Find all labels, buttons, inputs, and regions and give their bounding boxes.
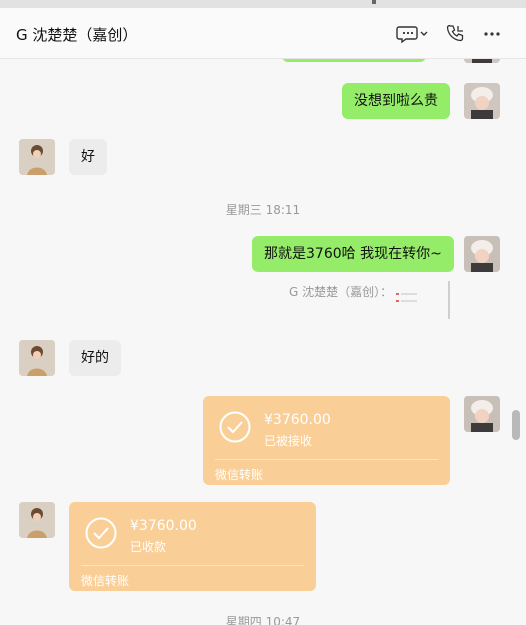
transfer-label: 微信转账 — [215, 468, 264, 482]
transfer-amount: ¥3760.00 — [264, 412, 331, 428]
quote-sender: G 沈楚楚（嘉创）： — [289, 285, 393, 299]
my-avatar[interactable] — [464, 236, 500, 272]
message-bubble[interactable]: 没想到啦么贵 — [342, 83, 450, 119]
window-notch — [372, 0, 376, 4]
message-bubble[interactable]: 好 — [69, 139, 107, 175]
quote-thumbnail[interactable] — [396, 291, 418, 305]
contact-avatar[interactable] — [19, 502, 55, 538]
chat-title: G 沈楚楚（嘉创） — [16, 26, 138, 44]
transfer-status: 已收款 — [130, 540, 167, 554]
timestamp: 星期四 10:47 — [225, 615, 301, 625]
more-button[interactable] — [482, 23, 502, 45]
transfer-divider — [81, 565, 304, 566]
message-bubble[interactable]: 好的 — [69, 340, 121, 376]
transfer-amount: ¥3760.00 — [130, 518, 197, 534]
chat-area[interactable]: 没想到啦么贵 好 星期三 18:11 那就是3760哈 我现在转你~ G 沈楚楚… — [0, 59, 526, 625]
transfer-card[interactable]: ¥3760.00 已被接收 微信转账 — [203, 396, 450, 485]
transfer-label: 微信转账 — [81, 574, 130, 588]
chat-header: G 沈楚楚（嘉创） — [0, 8, 526, 59]
transfer-card[interactable]: ¥3760.00 已收款 微信转账 — [69, 502, 316, 591]
window-top-strip — [0, 0, 526, 8]
scrollbar-thumb[interactable] — [512, 410, 520, 440]
contact-avatar[interactable] — [19, 139, 55, 175]
chat-bubble-icon — [396, 26, 428, 44]
quote-bar — [448, 281, 450, 319]
voice-call-button[interactable] — [446, 23, 466, 45]
more-icon — [484, 32, 500, 36]
previous-message-bubble[interactable] — [282, 59, 426, 62]
contact-avatar[interactable] — [19, 340, 55, 376]
my-avatar[interactable] — [464, 396, 500, 432]
check-circle-icon — [219, 411, 251, 443]
check-circle-icon — [85, 517, 117, 549]
transfer-divider — [215, 459, 438, 460]
chat-options-button[interactable] — [396, 23, 430, 45]
message-bubble[interactable]: 那就是3760哈 我现在转你~ — [252, 236, 454, 272]
transfer-status: 已被接收 — [264, 434, 313, 448]
my-avatar[interactable] — [464, 83, 500, 119]
phone-icon — [446, 24, 464, 42]
my-avatar[interactable] — [464, 59, 500, 63]
timestamp: 星期三 18:11 — [225, 203, 301, 217]
